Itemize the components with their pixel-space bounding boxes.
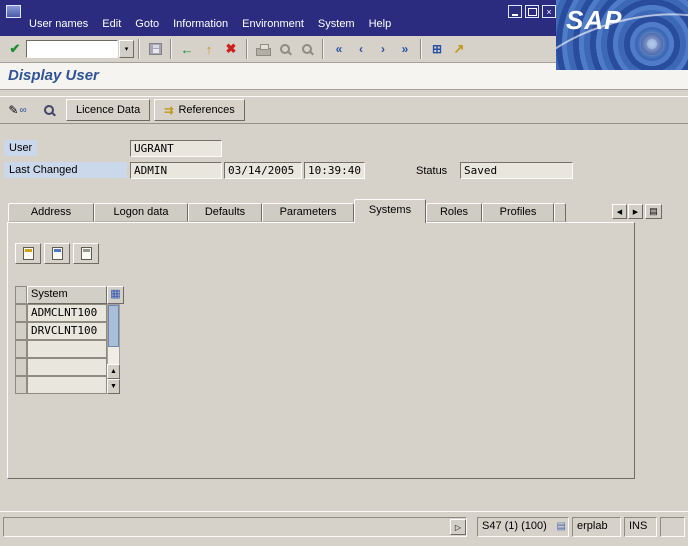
user-label: User xyxy=(4,140,37,156)
copy-row-icon xyxy=(52,247,63,260)
table-insert-row-button[interactable] xyxy=(15,243,41,264)
save-icon[interactable] xyxy=(144,38,166,60)
first-page-icon[interactable]: « xyxy=(328,38,350,60)
table-row[interactable] xyxy=(27,340,107,358)
command-history-icon[interactable]: ▾ xyxy=(119,40,134,58)
menu-item-system[interactable]: System xyxy=(311,16,362,32)
status-bar: ▷ S47 (1) (100) ▤ erplab INS xyxy=(0,511,688,546)
row-selector-cell[interactable] xyxy=(15,340,27,358)
table-delete-row-button[interactable] xyxy=(73,243,99,264)
tab-address[interactable]: Address xyxy=(8,203,94,222)
page-title: Display User xyxy=(8,67,99,84)
references-icon: ⇉ xyxy=(164,104,173,117)
tab-scroll-left-icon[interactable]: ◀ xyxy=(612,204,627,219)
sap-logo: SAP xyxy=(556,0,688,70)
message-expand-icon[interactable]: ▷ xyxy=(450,519,466,535)
last-changed-date-field[interactable]: 03/14/2005 xyxy=(224,162,302,179)
tab-profiles[interactable]: Profiles xyxy=(482,203,554,222)
menu-item-environment[interactable]: Environment xyxy=(235,16,311,32)
toolbar-separator xyxy=(138,39,140,59)
tab-overview-icon[interactable]: ▤ xyxy=(645,204,662,219)
window-controls: × xyxy=(508,5,556,18)
tab-defaults[interactable]: Defaults xyxy=(188,203,262,222)
references-button[interactable]: ⇉ References xyxy=(154,99,244,121)
status-field[interactable]: Saved xyxy=(460,162,573,179)
system-status-text: S47 (1) (100) xyxy=(482,520,547,532)
standard-toolbar: ✔ ▾ ← ↑ ✖ « ‹ › » ⊞ ↗ xyxy=(0,36,556,63)
menu-item-user-names[interactable]: User names xyxy=(22,16,95,32)
search-button[interactable] xyxy=(35,99,62,121)
table-config-icon[interactable]: ▦ xyxy=(107,286,124,304)
insert-row-icon xyxy=(23,247,34,260)
toolbar-separator xyxy=(420,39,422,59)
table-row[interactable]: ADMCLNT100 xyxy=(27,304,107,322)
row-selector-cell[interactable] xyxy=(15,376,27,394)
sap-logo-text: SAP xyxy=(566,5,622,36)
menu-item-edit[interactable]: Edit xyxy=(95,16,128,32)
next-page-icon[interactable]: › xyxy=(372,38,394,60)
row-selector-cell[interactable] xyxy=(15,322,27,340)
column-header-system[interactable]: System xyxy=(27,286,107,304)
table-row[interactable] xyxy=(27,376,107,394)
insert-mode-field: INS xyxy=(624,517,657,537)
tab-logon-data[interactable]: Logon data xyxy=(94,203,188,222)
references-label: References xyxy=(178,104,234,116)
system-status-field[interactable]: S47 (1) (100) ▤ xyxy=(477,517,569,537)
row-selector-cell[interactable] xyxy=(15,304,27,322)
user-field[interactable]: UGRANT xyxy=(130,140,222,157)
status-message-field xyxy=(3,517,467,537)
previous-page-icon[interactable]: ‹ xyxy=(350,38,372,60)
command-input[interactable] xyxy=(26,40,118,58)
tab-roles[interactable]: Roles xyxy=(426,203,482,222)
enter-icon[interactable]: ✔ xyxy=(4,38,26,60)
scroll-down-icon[interactable]: ▼ xyxy=(107,379,120,394)
table-copy-row-button[interactable] xyxy=(44,243,70,264)
licence-data-button[interactable]: Licence Data xyxy=(66,99,150,121)
display-change-button[interactable]: ✎ ∞ xyxy=(4,99,31,121)
maximize-button[interactable] xyxy=(525,5,539,18)
table-vertical-scrollbar[interactable]: ▲ ▼ xyxy=(107,304,120,394)
application-toolbar: ✎ ∞ Licence Data ⇉ References xyxy=(0,96,688,124)
row-selector-cell[interactable] xyxy=(15,358,27,376)
back-icon[interactable]: ← xyxy=(176,38,198,60)
cancel-icon[interactable]: ✖ xyxy=(220,38,242,60)
print-icon[interactable] xyxy=(252,38,274,60)
toolbar-separator xyxy=(170,39,172,59)
glasses-icon: ∞ xyxy=(19,105,26,116)
status-label: Status xyxy=(416,165,447,177)
last-changed-by-field[interactable]: ADMIN xyxy=(130,162,222,179)
create-shortcut-icon[interactable]: ↗ xyxy=(448,38,470,60)
services-list-icon[interactable]: ▤ xyxy=(557,521,566,532)
minimize-button[interactable] xyxy=(508,5,522,18)
tab-partial[interactable] xyxy=(554,203,566,222)
scroll-up-icon[interactable]: ▲ xyxy=(107,364,120,379)
menu-items: User names Edit Goto Information Environ… xyxy=(22,16,398,32)
table-select-all-cell[interactable] xyxy=(15,286,27,304)
search-icon xyxy=(44,105,54,115)
toolbar-separator xyxy=(246,39,248,59)
scrollbar-thumb[interactable] xyxy=(108,305,119,347)
menu-item-goto[interactable]: Goto xyxy=(128,16,166,32)
status-extra-field xyxy=(660,517,685,537)
toolbar-separator xyxy=(322,39,324,59)
server-field: erplab xyxy=(572,517,621,537)
table-row[interactable] xyxy=(27,358,107,376)
pencil-icon: ✎ xyxy=(8,103,18,117)
exit-icon[interactable]: ↑ xyxy=(198,38,220,60)
delete-row-icon xyxy=(81,247,92,260)
last-changed-label: Last Changed xyxy=(4,162,127,178)
menu-item-information[interactable]: Information xyxy=(166,16,235,32)
tab-scroll-right-icon[interactable]: ▶ xyxy=(628,204,643,219)
tab-parameters[interactable]: Parameters xyxy=(262,203,354,222)
find-next-icon[interactable] xyxy=(296,38,318,60)
close-button[interactable]: × xyxy=(542,5,556,18)
new-session-icon[interactable]: ⊞ xyxy=(426,38,448,60)
menu-item-help[interactable]: Help xyxy=(362,16,399,32)
system-menu-icon[interactable] xyxy=(6,5,21,18)
tab-systems[interactable]: Systems xyxy=(354,199,426,223)
find-icon[interactable] xyxy=(274,38,296,60)
last-changed-time-field[interactable]: 10:39:40 xyxy=(304,162,365,179)
table-row[interactable]: DRVCLNT100 xyxy=(27,322,107,340)
last-page-icon[interactable]: » xyxy=(394,38,416,60)
